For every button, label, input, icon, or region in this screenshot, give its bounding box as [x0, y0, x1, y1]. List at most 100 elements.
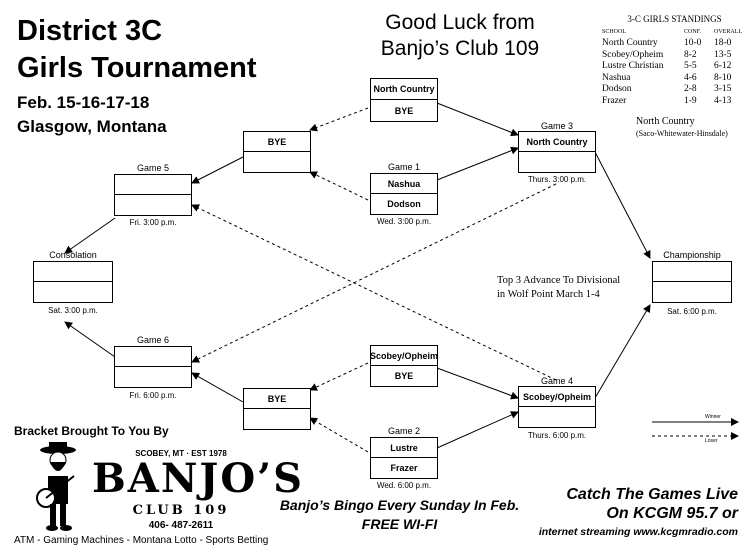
bracket-box-game2: Lustre Frazer [370, 437, 438, 479]
standings-row: Lustre Christian 5-5 6-12 [602, 61, 747, 73]
brought-by-text: Bracket Brought To You By [14, 424, 169, 438]
line-byenc-to-game3 [436, 102, 519, 137]
game6-time: Fri. 6:00 p.m. [129, 391, 177, 400]
game1-time: Wed. 3:00 p.m. [376, 217, 432, 226]
catch-games-line1: Catch The Games Live [566, 486, 738, 503]
championship-time: Sat. 6:00 p.m. [667, 307, 717, 316]
north-country-note-line1: North Country [636, 116, 695, 127]
game5-label: Game 5 [136, 163, 169, 173]
bracket-box-championship [652, 261, 732, 303]
bracket-box-bye-scobey-opheim: Scobey/Opheim BYE [370, 345, 438, 387]
standings-table: 3-C GIRLS STANDINGS SCHOOL CONF. OVERALL… [602, 14, 747, 107]
tournament-dates: Feb. 15-16-17-18 [17, 93, 150, 112]
standings-row: Frazer 1-9 4-13 [602, 96, 747, 108]
slot-top: BYE [244, 389, 310, 409]
slot-bottom [653, 282, 731, 302]
bracket-box-game5 [114, 174, 192, 216]
standings-cell-school: Lustre Christian [602, 61, 664, 71]
bracket-box-bye-upper: BYE [243, 131, 311, 173]
standings-row: Dodson 2-8 3-15 [602, 84, 747, 96]
bingo-text: Banjo’s Bingo Every Sunday In Feb. [279, 497, 520, 513]
sponsor-line1: Good Luck from [385, 11, 535, 34]
standings-cell-overall: 6-12 [714, 61, 732, 71]
line-byenc-loser [309, 107, 369, 132]
standings-cell-conf: 8-2 [684, 49, 697, 60]
north-country-note-line2: (Saco-Whitewater-Hinsdale) [636, 129, 728, 138]
slot-bottom: Dodson [387, 199, 421, 209]
wifi-text: FREE WI-FI [361, 516, 438, 532]
slot-top [115, 175, 191, 195]
game1-label: Game 1 [387, 162, 420, 172]
sponsor-message: Good Luck from Banjo’s Club 109 [340, 10, 580, 62]
standings-cell-school: Dodson [602, 84, 632, 94]
legend-loser-label: Loser [705, 438, 718, 444]
slot-bottom [244, 152, 310, 172]
slot-bottom: Frazer [390, 463, 418, 473]
standings-cell-overall: 8-10 [714, 72, 732, 83]
standings-row: Nashua 4-6 8-10 [602, 73, 747, 85]
slot-top [653, 262, 731, 282]
standings-cell-conf: 2-8 [684, 84, 697, 94]
slot-top [115, 347, 191, 367]
col-overall: OVERALL [714, 28, 742, 35]
standings-cell-overall: 3-15 [714, 84, 732, 94]
slot-bottom: BYE [394, 371, 414, 381]
standings-header: SCHOOL CONF. OVERALL [602, 27, 747, 39]
slot-bottom [244, 409, 310, 429]
services-text: ATM - Gaming Machines - Montana Lotto - … [14, 535, 269, 546]
line-game6-to-consolation [64, 321, 116, 358]
title-line1: District 3C [17, 15, 163, 47]
slot-bottom [519, 152, 595, 172]
standings-cell-school: North Country [602, 38, 658, 48]
title-line2: Girls Tournament [17, 52, 257, 84]
bracket-box-consolation [33, 261, 113, 303]
slot-bottom [115, 367, 191, 387]
advance-note: Top 3 Advance To Divisional in Wolf Poin… [497, 274, 620, 302]
bracket-box-bye-north-country: North Country BYE [370, 78, 438, 122]
col-conf: CONF. [684, 28, 702, 35]
standings-cell-overall: 13-5 [714, 49, 732, 60]
sponsor-line2: Banjo’s Club 109 [380, 37, 540, 60]
slot-top: Nashua [371, 174, 437, 194]
standings-title: 3-C GIRLS STANDINGS [627, 14, 722, 24]
standings-cell-conf: 4-6 [684, 72, 697, 83]
standings-row: North Country 10-0 18-0 [602, 38, 747, 50]
line-byeso-loser [309, 362, 369, 391]
streaming-text: internet streaming www.kcgmradio.com [538, 526, 738, 538]
game5-time: Fri. 3:00 p.m. [129, 218, 177, 227]
advance-note-line1: Top 3 Advance To Divisional [497, 275, 621, 286]
standings-cell-school: Nashua [602, 72, 631, 83]
game3-time: Thurs. 3:00 p.m. [527, 175, 587, 184]
consolation-label: Consolation [49, 250, 97, 260]
game2-time: Wed. 6:00 p.m. [376, 481, 432, 490]
championship-label: Championship [663, 250, 721, 260]
slot-top: Lustre [371, 438, 437, 458]
slot-bottom [34, 282, 112, 302]
line-game1-loser [309, 171, 369, 201]
phone-number: 406- 487-2611 [148, 520, 214, 531]
north-country-note: North Country (Saco-Whitewater-Hinsdale) [636, 116, 728, 138]
game4-label: Game 4 [540, 376, 573, 386]
bracket-box-game1: Nashua Dodson [370, 173, 438, 215]
standings-cell-conf: 1-9 [684, 95, 697, 106]
bracket-box-bye-lower: BYE [243, 388, 311, 430]
logo-club: CLUB 109 [132, 503, 230, 518]
slot-top: North Country [519, 132, 595, 152]
slot-top: BYE [244, 132, 310, 152]
standings-row: Scobey/Opheim 8-2 13-5 [602, 50, 747, 62]
bracket-box-game6 [114, 346, 192, 388]
game6-label: Game 6 [136, 335, 169, 345]
line-game3-to-championship [594, 151, 651, 259]
tournament-location: Glasgow, Montana [17, 117, 167, 136]
banjo-mascot-icon [28, 440, 88, 532]
slot-bottom: BYE [394, 105, 414, 116]
slot-bottom [115, 195, 191, 215]
bracket-box-game4: Scobey/Opheim [518, 386, 596, 428]
line-game2-loser [309, 417, 369, 453]
standings-cell-conf: 10-0 [684, 38, 702, 48]
line-game2-to-game4 [436, 411, 519, 449]
slot-top: Scobey/Opheim [519, 387, 595, 407]
standings-cell-school: Frazer [602, 95, 627, 106]
standings-cell-school: Scobey/Opheim [602, 49, 664, 60]
standings-cell-overall: 4-13 [714, 95, 732, 106]
